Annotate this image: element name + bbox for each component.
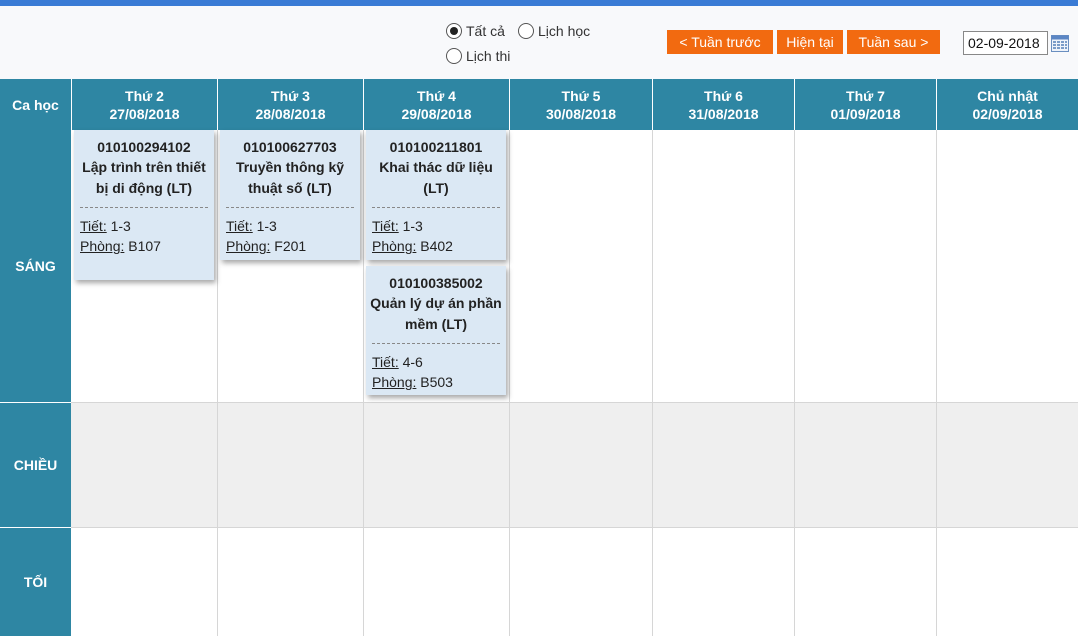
grid-divider [363, 130, 364, 636]
session-evening: TỐI [0, 528, 71, 636]
radio-unchecked-icon [446, 48, 462, 64]
card-divider [372, 343, 500, 344]
day-date: 30/08/2018 [545, 105, 617, 122]
room-label: Phòng: [372, 374, 417, 390]
day-header-sat: Thứ 7 01/09/2018 [795, 79, 937, 130]
day-name: Thứ 3 [271, 87, 310, 104]
session-label: SÁNG [15, 258, 56, 274]
grid-divider [794, 130, 795, 636]
room-label: Phòng: [226, 238, 271, 254]
day-name: Thứ 5 [561, 87, 601, 104]
class-name: Truyền thông kỹ thuật số (LT) [235, 159, 345, 196]
calendar-icon[interactable] [1051, 35, 1069, 52]
current-week-button[interactable]: Hiện tại [777, 30, 843, 54]
day-date: 29/08/2018 [401, 105, 472, 122]
class-code: 010100294102 [97, 139, 191, 155]
radio-unchecked-icon [518, 23, 534, 39]
radio-checked-icon [446, 23, 462, 39]
class-name: Lập trình trên thiết bị di động (LT) [82, 159, 206, 196]
class-room: Phòng: B503 [366, 372, 506, 392]
corner-header: Ca học [0, 79, 72, 130]
filter-all-radio[interactable]: Tất cả [446, 23, 505, 39]
day-name: Chủ nhật [977, 87, 1038, 104]
day-name: Thứ 2 [125, 87, 164, 104]
room-value: B107 [128, 238, 161, 254]
class-room: Phòng: F201 [220, 236, 360, 256]
room-value: B503 [420, 374, 453, 390]
afternoon-row [71, 403, 1078, 528]
day-date: 28/08/2018 [255, 105, 326, 122]
day-date: 31/08/2018 [688, 105, 759, 122]
filter-class-radio[interactable]: Lịch học [518, 23, 590, 39]
room-label: Phòng: [372, 238, 417, 254]
next-week-button[interactable]: Tuần sau > [847, 30, 940, 54]
class-code: 010100385002 [389, 275, 483, 291]
class-code: 010100627703 [243, 139, 337, 155]
period-value: 1-3 [256, 218, 277, 234]
day-date: 02/09/2018 [972, 105, 1043, 122]
room-value: F201 [274, 238, 307, 254]
class-name: Quản lý dự án phần mềm (LT) [370, 295, 502, 332]
filter-class-label: Lịch học [538, 23, 591, 39]
day-header-fri: Thứ 6 31/08/2018 [653, 79, 795, 130]
class-period: Tiết: 1-3 [366, 216, 506, 236]
card-divider [226, 207, 354, 208]
class-card[interactable]: 010100385002 Quản lý dự án phần mềm (LT)… [366, 266, 506, 395]
toolbar: Tất cả Lịch học Lịch thi < Tuần trước Hi… [0, 6, 1078, 79]
grid-divider [936, 130, 937, 636]
class-room: Phòng: B107 [74, 236, 214, 256]
class-room: Phòng: B402 [366, 236, 506, 256]
day-header-mon: Thứ 2 27/08/2018 [72, 79, 218, 130]
filter-exam-radio[interactable]: Lịch thi [446, 48, 510, 64]
period-value: 1-3 [402, 218, 423, 234]
card-divider [80, 207, 208, 208]
grid-divider [71, 527, 1078, 528]
grid-divider [509, 130, 510, 636]
period-label: Tiết: [372, 218, 399, 234]
class-period: Tiết: 1-3 [220, 216, 360, 236]
room-label: Phòng: [80, 238, 125, 254]
class-name: Khai thác dữ liệu (LT) [379, 159, 493, 196]
period-value: 1-3 [110, 218, 131, 234]
room-value: B402 [420, 238, 453, 254]
class-card[interactable]: 010100294102 Lập trình trên thiết bị di … [74, 130, 214, 280]
session-morning: SÁNG [0, 130, 71, 403]
date-field[interactable]: 02-09-2018 [963, 31, 1048, 55]
prev-week-button[interactable]: < Tuần trước [667, 30, 773, 54]
day-header-thu: Thứ 5 30/08/2018 [510, 79, 653, 130]
day-name: Thứ 6 [704, 87, 743, 104]
session-label: TỐI [23, 574, 48, 590]
day-name: Thứ 7 [846, 87, 885, 104]
day-header-tue: Thứ 3 28/08/2018 [218, 79, 364, 130]
class-card[interactable]: 010100211801 Khai thác dữ liệu (LT) Tiết… [366, 130, 506, 260]
period-value: 4-6 [402, 354, 423, 370]
filter-all-label: Tất cả [466, 23, 505, 39]
class-code: 010100211801 [389, 139, 483, 155]
grid-divider [652, 130, 653, 636]
class-period: Tiết: 1-3 [74, 216, 214, 236]
session-label: CHIỀU [13, 457, 58, 473]
day-date: 01/09/2018 [830, 105, 901, 122]
card-divider [372, 207, 500, 208]
evening-row [71, 528, 1078, 636]
day-name: Thứ 4 [417, 87, 456, 104]
period-label: Tiết: [226, 218, 253, 234]
day-header-sun: Chủ nhật 02/09/2018 [937, 79, 1078, 130]
period-label: Tiết: [372, 354, 399, 370]
grid-divider [217, 130, 218, 636]
session-afternoon: CHIỀU [0, 403, 71, 528]
corner-label: Ca học [12, 96, 59, 113]
day-header-wed: Thứ 4 29/08/2018 [364, 79, 510, 130]
grid-divider [71, 402, 1078, 403]
class-period: Tiết: 4-6 [366, 352, 506, 372]
class-card[interactable]: 010100627703 Truyền thông kỹ thuật số (L… [220, 130, 360, 260]
day-date: 27/08/2018 [109, 105, 180, 122]
period-label: Tiết: [80, 218, 107, 234]
filter-exam-label: Lịch thi [466, 48, 511, 64]
